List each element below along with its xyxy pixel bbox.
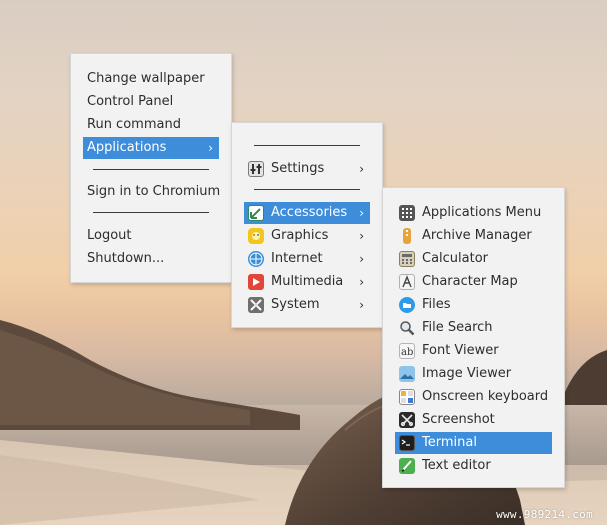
menu-item-label: Terminal [422, 435, 477, 450]
menu-item-image-viewer[interactable]: Image Viewer [395, 363, 552, 385]
magnifier-icon [399, 320, 415, 336]
menu-item-terminal[interactable]: Terminal [395, 432, 552, 454]
keyboard-icon [399, 389, 415, 405]
menu-item-text-editor[interactable]: Text editor [395, 455, 552, 477]
menu-item-settings[interactable]: Settings › [244, 158, 370, 180]
menu-separator [254, 145, 360, 146]
chevron-right-icon: › [359, 162, 364, 176]
menu-item-screenshot[interactable]: Screenshot [395, 409, 552, 431]
menu-item-label: Character Map [422, 274, 518, 289]
chevron-right-icon: › [359, 275, 364, 289]
menu-item-internet[interactable]: Internet › [244, 248, 370, 270]
chevron-right-icon: › [359, 252, 364, 266]
menu-item-label: Graphics [271, 228, 329, 243]
menu-item-label: Multimedia [271, 274, 344, 289]
archive-icon [403, 228, 411, 244]
folder-icon [399, 297, 415, 313]
menu-item-system[interactable]: System › [244, 294, 370, 316]
menu-item-change-wallpaper[interactable]: Change wallpaper [83, 68, 219, 90]
menu-item-label: Accessories [271, 205, 348, 220]
menu-item-files[interactable]: Files [395, 294, 552, 316]
menu-item-label: Onscreen keyboard [422, 389, 549, 404]
menu-item-accessories[interactable]: Accessories › [244, 202, 370, 224]
menu-item-label: Image Viewer [422, 366, 512, 381]
menu-item-archive-manager[interactable]: Archive Manager [395, 225, 552, 247]
accessories-icon [248, 205, 264, 221]
internet-icon [248, 251, 264, 267]
menu-item-label: Shutdown... [87, 251, 165, 266]
menu-item-graphics[interactable]: Graphics › [244, 225, 370, 247]
menu-item-label: Files [422, 297, 451, 312]
menu-item-label: Calculator [422, 251, 489, 266]
menu-item-sign-in-chromium[interactable]: Sign in to Chromium [83, 181, 221, 203]
menu-item-label: Text editor [422, 458, 491, 473]
menu-item-run-command[interactable]: Run command [83, 114, 219, 136]
screenshot-icon [399, 412, 415, 428]
main-menu: Change wallpaper Control Panel Run comma… [70, 53, 232, 283]
character-map-icon [399, 274, 415, 290]
menu-separator [93, 169, 209, 170]
menu-item-label: Font Viewer [422, 343, 499, 358]
menu-separator [93, 212, 209, 213]
menu-item-label: Archive Manager [422, 228, 532, 243]
menu-item-label: Internet [271, 251, 323, 266]
menu-separator [254, 189, 360, 190]
menu-item-label: Settings [271, 161, 325, 176]
grid-icon [399, 205, 415, 221]
graphics-icon [248, 228, 264, 244]
calculator-icon [399, 251, 415, 267]
applications-submenu: Settings › Accessories › Graphics › Inte… [231, 122, 383, 328]
menu-item-label: Run command [87, 117, 181, 132]
chevron-right-icon: › [208, 141, 213, 155]
menu-item-label: Logout [87, 228, 132, 243]
chevron-right-icon: › [359, 298, 364, 312]
menu-item-character-map[interactable]: Character Map [395, 271, 552, 293]
menu-item-calculator[interactable]: Calculator [395, 248, 552, 270]
menu-item-multimedia[interactable]: Multimedia › [244, 271, 370, 293]
menu-item-font-viewer[interactable]: ab Font Viewer [395, 340, 552, 362]
menu-item-applications-menu[interactable]: Applications Menu [395, 202, 552, 224]
menu-item-label: Change wallpaper [87, 71, 205, 86]
watermark-text: www.989214.com [496, 508, 593, 521]
accessories-submenu: Applications Menu Archive Manager Calcul… [382, 187, 565, 488]
font-icon: ab [399, 343, 415, 359]
system-icon [248, 297, 264, 313]
menu-item-label: File Search [422, 320, 493, 335]
menu-item-label: Screenshot [422, 412, 495, 427]
multimedia-icon [248, 274, 264, 290]
menu-item-label: Applications Menu [422, 205, 542, 220]
menu-item-label: Sign in to Chromium [87, 184, 221, 199]
menu-item-label: System [271, 297, 320, 312]
text-editor-icon [399, 458, 415, 474]
menu-item-applications[interactable]: Applications › [83, 137, 219, 159]
chevron-right-icon: › [359, 206, 364, 220]
menu-item-onscreen-keyboard[interactable]: Onscreen keyboard [395, 386, 552, 408]
image-icon [399, 366, 415, 382]
menu-item-logout[interactable]: Logout [83, 225, 219, 247]
terminal-icon [399, 435, 415, 451]
menu-item-file-search[interactable]: File Search [395, 317, 552, 339]
menu-item-label: Applications [87, 140, 167, 155]
chevron-right-icon: › [359, 229, 364, 243]
menu-item-label: Control Panel [87, 94, 174, 109]
svg-text:ab: ab [401, 347, 413, 358]
menu-item-shutdown[interactable]: Shutdown... [83, 248, 219, 270]
menu-item-control-panel[interactable]: Control Panel [83, 91, 219, 113]
settings-icon [248, 161, 264, 177]
